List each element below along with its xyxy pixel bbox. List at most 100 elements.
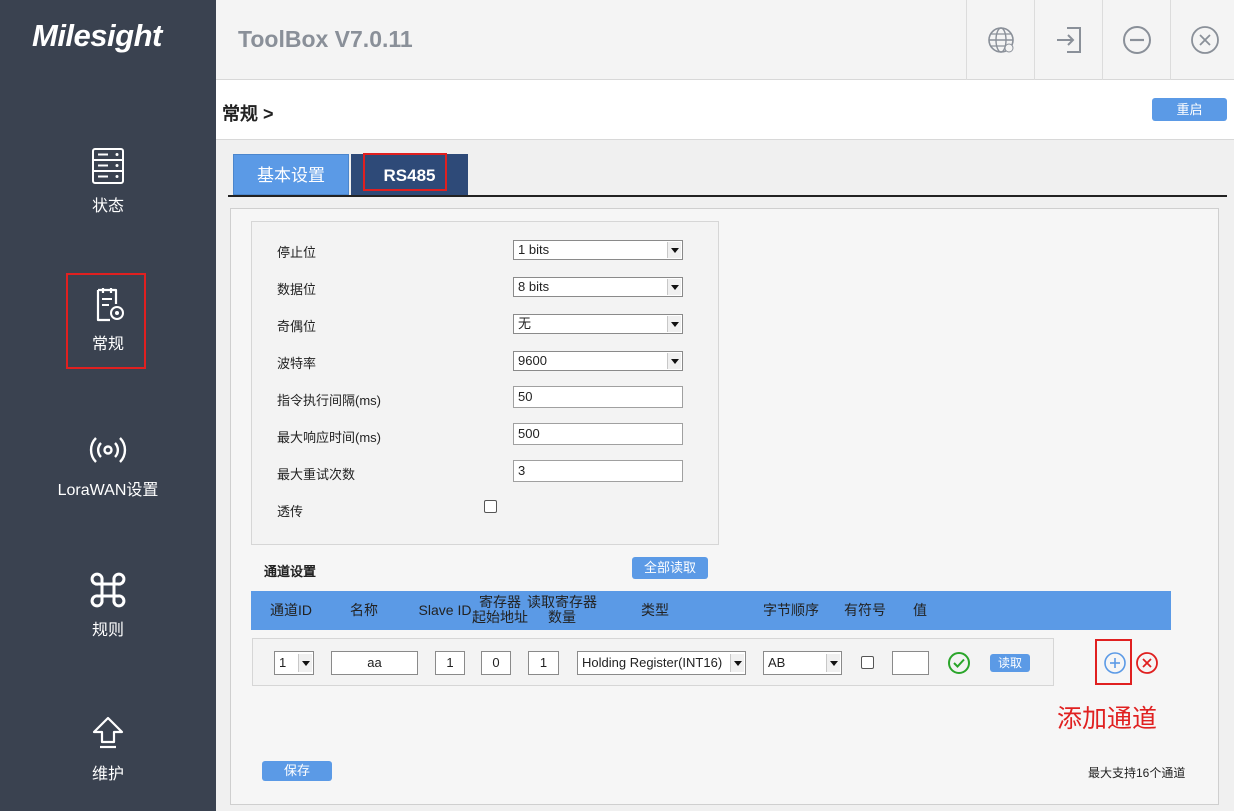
header-slave-id: Slave ID xyxy=(418,602,472,618)
upload-arrow-icon xyxy=(92,716,124,749)
byte-order-select[interactable]: AB xyxy=(763,651,842,675)
max-retry-row: 最大重试次数 3 xyxy=(277,460,697,482)
header-signed: 有符号 xyxy=(844,602,886,618)
header-channel-id: 通道ID xyxy=(270,602,312,618)
parity-select[interactable]: 无 xyxy=(513,314,683,334)
data-bits-label: 数据位 xyxy=(277,282,317,297)
chevron-down-icon xyxy=(730,654,744,672)
passthrough-checkbox[interactable] xyxy=(484,500,497,513)
sidebar-item-label: 维护 xyxy=(91,766,124,783)
data-bits-select[interactable]: 8 bits xyxy=(513,277,683,297)
sidebar-item-rules[interactable]: 规则 xyxy=(0,570,216,640)
globe-icon xyxy=(987,27,1014,53)
restart-button[interactable]: 重启 xyxy=(1152,98,1227,121)
save-button[interactable]: 保存 xyxy=(262,761,332,781)
chevron-down-icon xyxy=(667,242,681,258)
stop-bits-select[interactable]: 1 bits xyxy=(513,240,683,260)
channel-name-input[interactable]: aa xyxy=(331,651,418,675)
tab-divider xyxy=(228,195,1227,197)
delete-circle-icon[interactable] xyxy=(1135,651,1159,675)
breadcrumb: 常规 > xyxy=(222,104,274,124)
channel-table-header: 通道ID 名称 Slave ID 寄存器 起始地址 读取寄存器 数量 类型 字节… xyxy=(251,591,1171,630)
max-channels-note: 最大支持16个通道 xyxy=(1088,766,1186,780)
data-bits-row: 数据位 8 bits xyxy=(277,277,697,297)
add-channel-highlight-annotation xyxy=(1095,639,1132,685)
breadcrumb-bar: 常规 > 重启 xyxy=(216,80,1234,140)
chevron-down-icon xyxy=(667,279,681,295)
stop-bits-value: 1 bits xyxy=(518,242,550,257)
register-type-select[interactable]: Holding Register(INT16) xyxy=(577,651,746,675)
parity-label: 奇偶位 xyxy=(277,319,317,334)
app-title: ToolBox V7.0.11 xyxy=(238,26,413,52)
header-name: 名称 xyxy=(350,602,378,618)
max-response-row: 最大响应时间(ms) 500 xyxy=(277,423,697,445)
close-icon xyxy=(1190,26,1219,54)
baud-rate-value: 9600 xyxy=(518,353,547,368)
channel-id-select[interactable]: 1 xyxy=(274,651,314,675)
register-type-value: Holding Register(INT16) xyxy=(582,655,723,670)
max-retry-label: 最大重试次数 xyxy=(277,467,356,482)
chevron-down-icon xyxy=(298,654,312,672)
cmd-interval-row: 指令执行间隔(ms) 50 xyxy=(277,386,697,408)
check-circle-icon[interactable] xyxy=(947,651,971,675)
chevron-down-icon xyxy=(667,316,681,332)
chevron-down-icon xyxy=(826,654,840,672)
milesight-logo: Milesight xyxy=(32,18,162,53)
header-value: 值 xyxy=(913,602,927,618)
minimize-icon xyxy=(1122,26,1151,54)
channel-id-value: 1 xyxy=(279,655,287,670)
max-retry-input[interactable]: 3 xyxy=(513,460,683,482)
sidebar: Milesight 状态 常规 LoraWAN设置 规则 维护 xyxy=(0,0,216,811)
header-type: 类型 xyxy=(641,602,669,618)
channel-settings-title: 通道设置 xyxy=(264,564,317,579)
max-response-input[interactable]: 500 xyxy=(513,423,683,445)
sidebar-item-lorawan[interactable]: LoraWAN设置 xyxy=(0,430,216,500)
channel-row: 1 aa 1 0 1 Holding Register(INT16) AB 读取 xyxy=(252,638,1054,686)
slave-id-input[interactable]: 1 xyxy=(435,651,465,675)
baud-rate-label: 波特率 xyxy=(277,356,317,371)
rs485-tab-highlight-annotation xyxy=(363,153,447,191)
sidebar-item-status[interactable]: 状态 xyxy=(0,146,216,216)
serial-settings-box: 停止位 1 bits 数据位 8 bits 奇偶位 无 波特率 9600 指令执… xyxy=(251,221,719,545)
signed-checkbox[interactable] xyxy=(861,656,874,669)
passthrough-label: 透传 xyxy=(277,504,304,519)
sidebar-item-maintenance[interactable]: 维护 xyxy=(0,714,216,784)
add-channel-annotation-label: 添加通道 xyxy=(1057,705,1158,733)
main-content: 基本设置 RS485 停止位 1 bits 数据位 8 bits 奇偶位 无 波 xyxy=(216,140,1234,811)
language-button[interactable] xyxy=(966,0,1034,80)
stop-bits-label: 停止位 xyxy=(277,245,317,260)
header-read-count-line2: 数量 xyxy=(548,609,576,625)
byte-order-value: AB xyxy=(768,655,786,670)
data-bits-value: 8 bits xyxy=(518,279,550,294)
rs485-panel: 停止位 1 bits 数据位 8 bits 奇偶位 无 波特率 9600 指令执… xyxy=(230,208,1219,805)
header-read-count-line1: 读取寄存器 xyxy=(527,594,597,610)
parity-value: 无 xyxy=(518,316,532,331)
app-window: Milesight 状态 常规 LoraWAN设置 规则 维护 ToolBox … xyxy=(0,0,1234,811)
command-icon xyxy=(90,572,126,608)
tab-basic-settings[interactable]: 基本设置 xyxy=(233,154,349,195)
close-button[interactable] xyxy=(1170,0,1234,80)
header-reg-start-line2: 起始地址 xyxy=(472,609,528,625)
reg-start-input[interactable]: 0 xyxy=(481,651,511,675)
read-channel-button[interactable]: 读取 xyxy=(990,654,1030,672)
channel-value-input[interactable] xyxy=(892,651,929,675)
cmd-interval-label: 指令执行间隔(ms) xyxy=(277,393,381,408)
header-reg-start-line1: 寄存器 xyxy=(479,594,521,610)
server-status-icon xyxy=(92,148,124,184)
max-response-label: 最大响应时间(ms) xyxy=(277,430,381,445)
minimize-button[interactable] xyxy=(1102,0,1170,80)
cmd-interval-input[interactable]: 50 xyxy=(513,386,683,408)
read-count-input[interactable]: 1 xyxy=(528,651,559,675)
sidebar-item-label: 规则 xyxy=(91,622,124,639)
sidebar-item-label: 状态 xyxy=(91,198,124,215)
chevron-down-icon xyxy=(667,353,681,369)
baud-rate-row: 波特率 9600 xyxy=(277,351,697,371)
parity-row: 奇偶位 无 xyxy=(277,314,697,334)
sidebar-item-label: LoraWAN设置 xyxy=(57,482,159,499)
baud-rate-select[interactable]: 9600 xyxy=(513,351,683,371)
general-highlight-annotation xyxy=(66,273,146,369)
logout-button[interactable] xyxy=(1034,0,1102,80)
title-bar: ToolBox V7.0.11 xyxy=(216,0,1234,80)
read-all-button[interactable]: 全部读取 xyxy=(632,557,708,579)
stop-bits-row: 停止位 1 bits xyxy=(277,240,697,260)
